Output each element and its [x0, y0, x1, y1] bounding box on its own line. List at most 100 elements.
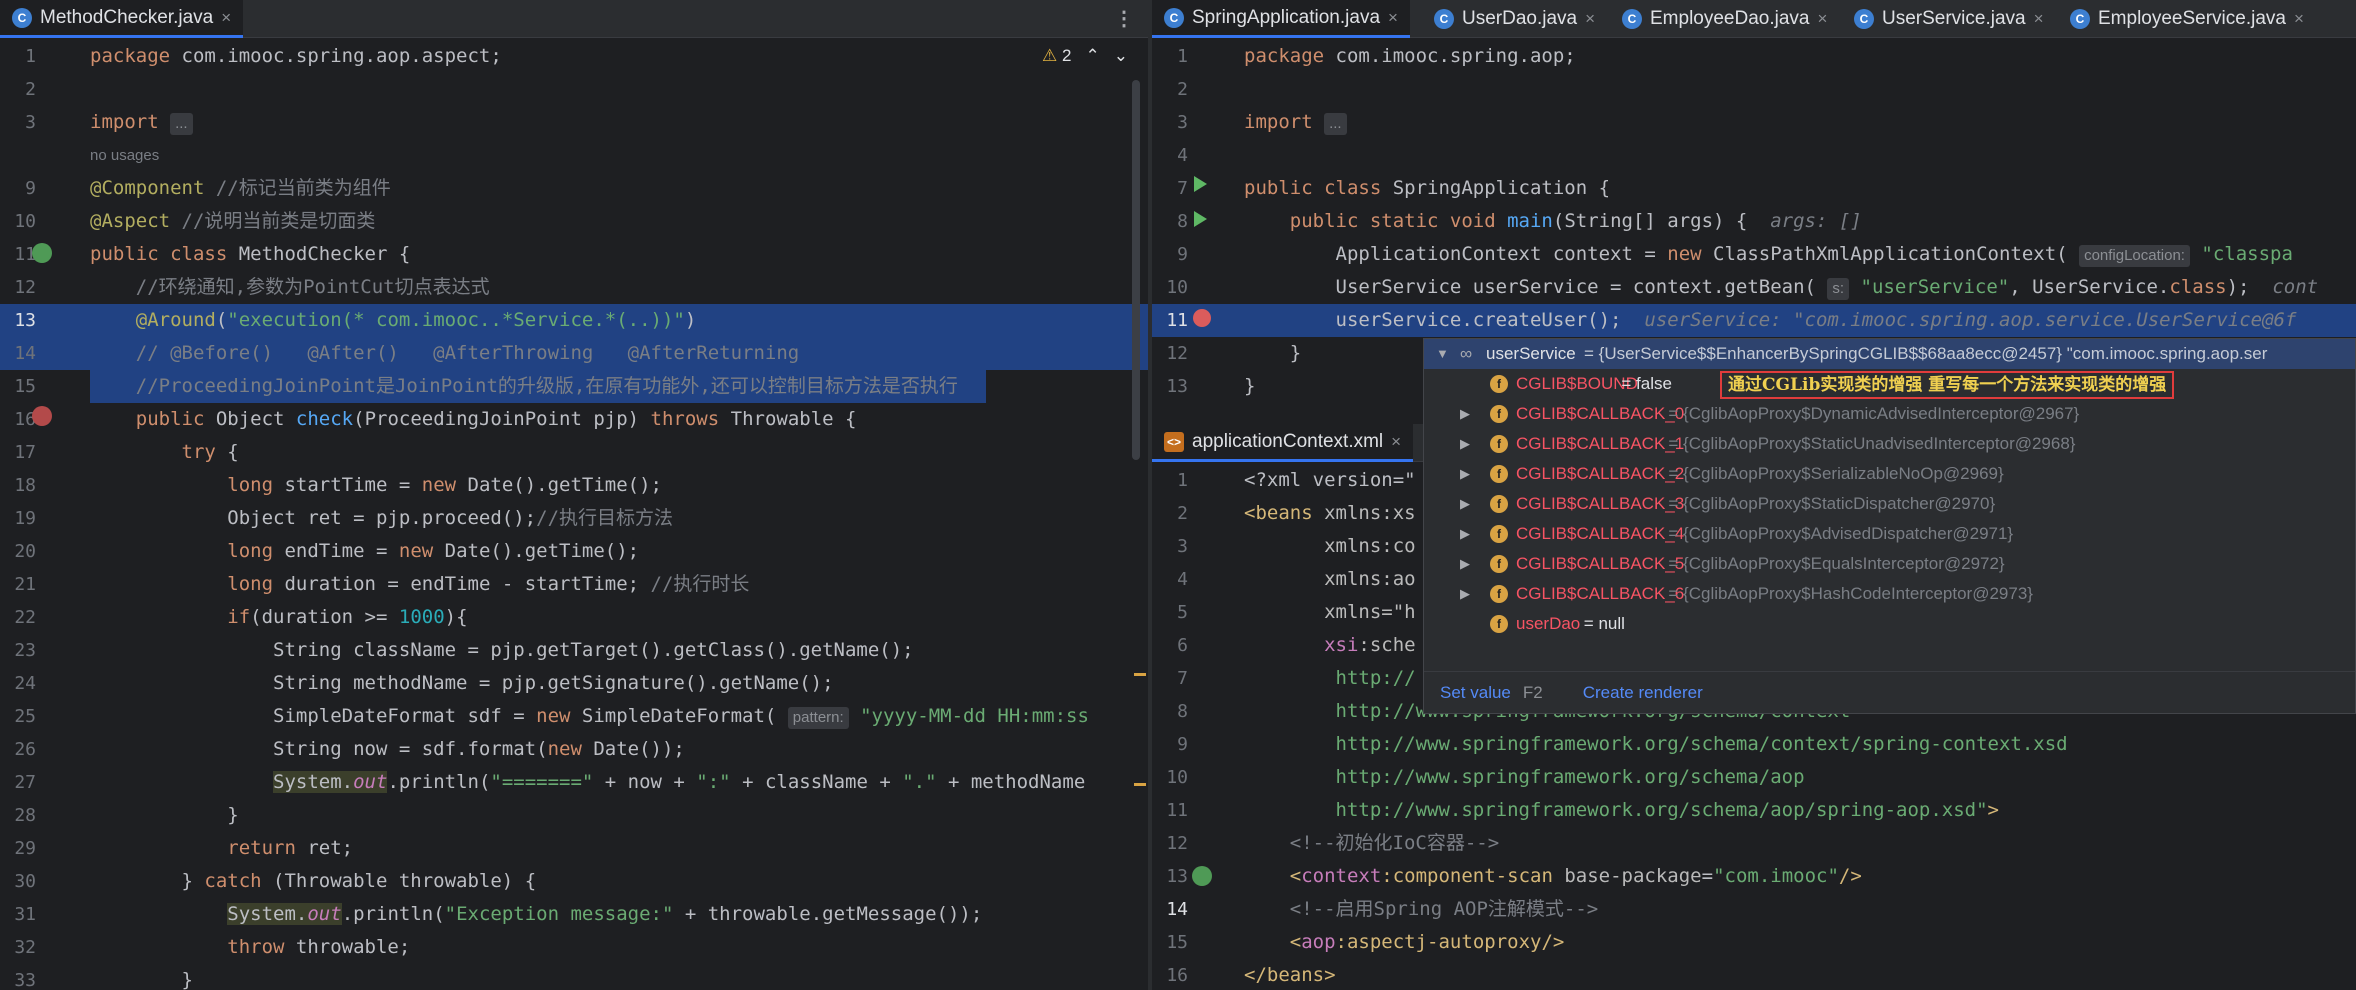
tab-applicationcontext[interactable]: <> applicationContext.xml × [1152, 424, 1414, 462]
tab-userdao[interactable]: C UserDao.java × [1422, 0, 1607, 38]
popup-field-row[interactable]: f userDao = null [1424, 609, 2355, 639]
code-line[interactable]: 14 // @Before() @After() @AfterThrowing … [0, 337, 1148, 370]
code-line[interactable]: 11 http://www.springframework.org/schema… [1152, 794, 2356, 827]
close-icon[interactable]: × [1391, 432, 1401, 452]
code-line[interactable]: 16 public Object check(ProceedingJoinPoi… [0, 403, 1148, 436]
code-line[interactable]: no usages [0, 139, 1148, 172]
expand-arrow-icon[interactable]: ▶ [1460, 579, 1470, 609]
code-line[interactable]: 9 http://www.springframework.org/schema/… [1152, 728, 2356, 761]
code-line[interactable]: 16 </beans> [1152, 959, 2356, 990]
close-icon[interactable]: × [221, 8, 231, 28]
popup-field-row[interactable]: ▶ f CGLIB$CALLBACK_5 = {CglibAopProxy$Equa… [1424, 549, 2355, 579]
create-renderer-link[interactable]: Create renderer [1583, 683, 1703, 703]
popup-field-row[interactable]: ▶ f CGLIB$CALLBACK_3 = {CglibAopProxy$Stat… [1424, 489, 2355, 519]
code-line[interactable]: 3 import ... [0, 106, 1148, 139]
popup-field-row[interactable]: ▶ f CGLIB$CALLBACK_2 = {CglibAopProxy$Seri… [1424, 459, 2355, 489]
expand-arrow-icon[interactable]: ▶ [1460, 459, 1470, 489]
code-line[interactable]: 32 throw throwable; [0, 931, 1148, 964]
code-line[interactable]: 10 @Aspect //说明当前类是切面类 [0, 205, 1148, 238]
code-line[interactable]: 12 //环绕通知,参数为PointCut切点表达式 [0, 271, 1148, 304]
collapse-arrow-icon[interactable]: ▼ [1436, 339, 1449, 369]
breakpoint-icon[interactable] [1193, 309, 1211, 327]
code-editor-methodchecker[interactable]: 1 package com.imooc.spring.aop.aspect; 2 3 i… [0, 40, 1148, 990]
code-line[interactable]: 26 String now = sdf.format(new Date()); [0, 733, 1148, 766]
field-name: CGLIB$CALLBACK_5 [1516, 554, 1685, 573]
set-value-link[interactable]: Set value F2 [1440, 683, 1543, 703]
debug-value-popup[interactable]: ▼ ∞ userService = {UserService$$Enhancer… [1423, 338, 2356, 714]
close-icon[interactable]: × [1585, 9, 1595, 29]
code-line[interactable]: 22 if(duration >= 1000){ [0, 601, 1148, 634]
code-line[interactable]: 15 //ProceedingJoinPoint是JoinPoint的升级版,在… [0, 370, 1148, 403]
expand-arrow-icon[interactable]: ▶ [1460, 519, 1470, 549]
close-icon[interactable]: × [2034, 9, 2044, 29]
code-line[interactable]: 12 <!--初始化IoC容器--> [1152, 827, 2356, 860]
code-token: new [1667, 243, 1714, 265]
tab-employeedao[interactable]: C EmployeeDao.java × [1610, 0, 1839, 38]
java-class-icon: C [1434, 9, 1454, 29]
code-line[interactable]: 1 package com.imooc.spring.aop; [1152, 40, 2356, 73]
run-icon[interactable] [1194, 211, 1207, 227]
tab-employeeservice[interactable]: C EmployeeService.java × [2058, 0, 2316, 38]
close-icon[interactable]: × [2294, 9, 2304, 29]
code-line[interactable]: 28 } [0, 799, 1148, 832]
code-line[interactable]: 18 long startTime = new Date().getTime()… [0, 469, 1148, 502]
code-line[interactable]: 23 String className = pjp.getTarget().ge… [0, 634, 1148, 667]
code-line[interactable]: 10 http://www.springframework.org/schema… [1152, 761, 2356, 794]
code-line[interactable]: 14 <!--启用Spring AOP注解模式--> [1152, 893, 2356, 926]
code-line[interactable]: 30 } catch (Throwable throwable) { [0, 865, 1148, 898]
code-line[interactable]: 11 public class MethodChecker { [0, 238, 1148, 271]
expand-arrow-icon[interactable]: ▶ [1460, 549, 1470, 579]
popup-field-row[interactable]: ▶ f CGLIB$CALLBACK_0 = {CglibAopProxy$Dyna… [1424, 399, 2355, 429]
close-icon[interactable]: × [1817, 9, 1827, 29]
popup-field-row[interactable]: f CGLIB$BOUND = false 通过CGLib实现类的增强 重写每一个方… [1424, 369, 2355, 399]
code-line[interactable]: 2 [0, 73, 1148, 106]
tab-springapplication[interactable]: C SpringApplication.java × [1152, 0, 1410, 38]
code-line[interactable]: 33 } [0, 964, 1148, 990]
code-line[interactable]: 9 ApplicationContext context = new Class… [1152, 238, 2356, 271]
code-line[interactable]: 27 System.out.println("=======" + now + … [0, 766, 1148, 799]
code-text: <aop:aspectj-autoproxy/> [1244, 926, 2356, 959]
popup-field-row[interactable]: ▶ f CGLIB$CALLBACK_6 = {CglibAopProxy$Hash… [1424, 579, 2355, 609]
code-line[interactable]: 15 <aop:aspectj-autoproxy/> [1152, 926, 2356, 959]
code-line[interactable]: 2 [1152, 73, 2356, 106]
tab-methodchecker[interactable]: C MethodChecker.java × [0, 0, 244, 38]
scrollbar-thumb[interactable] [1132, 80, 1140, 460]
popup-field-row[interactable]: ▶ f CGLIB$CALLBACK_4 = {CglibAopProxy$Advi… [1424, 519, 2355, 549]
code-line[interactable]: 19 Object ret = pjp.proceed();//执行目标方法 [0, 502, 1148, 535]
code-line[interactable]: 25 SimpleDateFormat sdf = new SimpleDate… [0, 700, 1148, 733]
aspect-advice-icon[interactable] [32, 406, 52, 426]
code-token: long [227, 573, 285, 595]
code-line[interactable]: 17 try { [0, 436, 1148, 469]
code-token: new [536, 705, 582, 727]
code-line[interactable]: 13 @Around("execution(* com.imooc..*Serv… [0, 304, 1148, 337]
code-line[interactable]: 20 long endTime = new Date().getTime(); [0, 535, 1148, 568]
popup-root-row[interactable]: ▼ ∞ userService = {UserService$$Enhancer… [1424, 339, 2355, 369]
code-text: } catch (Throwable throwable) { [90, 865, 1148, 898]
code-line[interactable]: 29 return ret; [0, 832, 1148, 865]
code-line[interactable]: 13 <context:component-scan base-package=… [1152, 860, 2356, 893]
spring-bean-icon[interactable] [32, 243, 52, 263]
component-scan-icon[interactable] [1192, 866, 1212, 886]
close-icon[interactable]: × [1388, 8, 1398, 28]
code-line[interactable]: 24 String methodName = pjp.getSignature(… [0, 667, 1148, 700]
code-line[interactable]: 21 long duration = endTime - startTime; … [0, 568, 1148, 601]
code-token: , UserService. [2009, 276, 2170, 298]
code-line[interactable]: 8 public static void main(String[] args)… [1152, 205, 2356, 238]
code-line[interactable]: 11 userService.createUser(); userService… [1152, 304, 2356, 337]
expand-arrow-icon[interactable]: ▶ [1460, 489, 1470, 519]
tab-userservice[interactable]: C UserService.java × [1842, 0, 2056, 38]
popup-field-row[interactable]: ▶ f CGLIB$CALLBACK_1 = {CglibAopProxy$Stat… [1424, 429, 2355, 459]
expand-arrow-icon[interactable]: ▶ [1460, 429, 1470, 459]
code-line[interactable]: 7 public class SpringApplication { [1152, 172, 2356, 205]
code-line[interactable]: 31 System.out.println("Exception message… [0, 898, 1148, 931]
code-line[interactable]: 9 @Component //标记当前类为组件 [0, 172, 1148, 205]
more-options-icon[interactable]: ⋮ [1114, 6, 1134, 30]
code-line[interactable]: 4 [1152, 139, 2356, 172]
expand-arrow-icon[interactable]: ▶ [1460, 399, 1470, 429]
code-line[interactable]: 10 UserService userService = context.get… [1152, 271, 2356, 304]
code-line[interactable]: 1 package com.imooc.spring.aop.aspect; [0, 40, 1148, 73]
run-icon[interactable] [1194, 176, 1207, 192]
code-line[interactable]: 3 import ... [1152, 106, 2356, 139]
